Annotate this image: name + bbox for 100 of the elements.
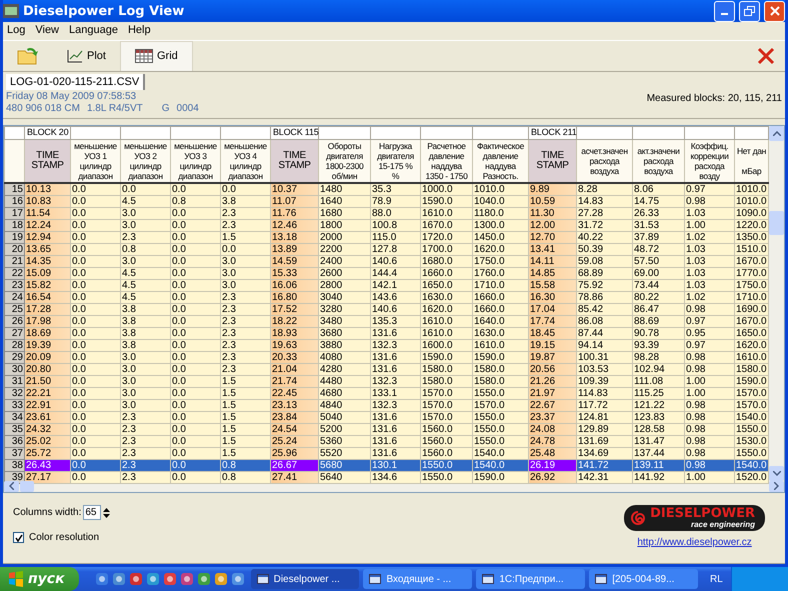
table-row[interactable]: 17 11.54 0.0 3.0 0.0 2.3 11.76 1680 88.0 1610.0 1180.0 11.30 27.28 26.33 1.03 1090.0 [4,207,768,220]
website-link[interactable]: http://www.dieselpower.cz [637,537,752,548]
language-indicator[interactable]: RL [702,574,731,584]
menu-item[interactable]: Language [69,24,118,38]
table-row[interactable]: 26 17.98 0.0 3.8 0.0 2.3 18.22 3480 135.3 1610.0 1640.0 17.74 86.08 88.69 0.97 1670.0 [4,315,768,328]
file-tab[interactable]: LOG-01-020-115-211.CSV [6,74,146,90]
quick-launch-icon[interactable] [180,572,194,586]
column-header[interactable]: TIME STAMP [528,139,576,183]
table-cell: 142.31 [576,471,632,484]
table-cell: 0.0 [170,435,220,448]
table-cell: 5040 [318,411,370,424]
quick-launch-icon[interactable] [214,572,228,586]
start-button[interactable]: пуск [0,567,79,591]
table-cell: 17.28 [24,303,70,316]
menu-item[interactable]: Help [128,24,151,38]
table-row[interactable]: 30 20.80 0.0 3.0 0.0 2.3 21.04 4280 131.6 1580.0 1580.0 20.56 103.53 102.94 0.98 1580.0 [4,363,768,376]
column-header[interactable]: меньшение УОЗ 4 цилиндр диапазон [220,139,270,183]
column-header[interactable]: асчет.значен расхода воздуха [576,139,632,183]
spin-arrows-icon [102,506,112,519]
table-cell: 131.6 [370,327,420,340]
table-cell: 0.0 [170,219,220,232]
plot-button[interactable]: Plot [53,40,120,71]
grid-button[interactable]: Grid [120,40,193,71]
table-row[interactable]: 39 27.17 0.0 2.3 0.0 0.8 27.41 5640 134.6 1550.0 1590.0 26.92 142.31 141.92 1.00 1520.0 [4,471,768,484]
table-cell: 0.0 [70,267,120,280]
column-header[interactable]: TIME STAMP [270,139,318,183]
table-cell: 117.72 [576,399,632,412]
taskbar-button[interactable]: 1С:Предпри... [476,569,586,589]
table-row[interactable]: 15 10.13 0.0 0.0 0.0 0.0 10.37 1480 35.3 1000.0 1010.0 9.89 8.28 8.06 0.97 1010.0 [4,182,768,196]
chart-icon [67,48,83,63]
table-row[interactable]: 28 19.39 0.0 3.8 0.0 2.3 19.63 3880 132.3 1600.0 1610.0 19.15 94.14 93.39 0.97 1620.0 [4,339,768,352]
column-header[interactable]: Нет дан мБар [734,139,768,183]
table-row[interactable]: 18 12.24 0.0 3.0 0.0 2.3 12.46 1800 100.8 1670.0 1300.0 12.00 31.72 31.53 1.00 1220.0 [4,219,768,232]
quick-launch-icon[interactable] [162,572,177,586]
table-cell: 1.03 [684,267,734,280]
column-header[interactable]: Коэффиц. коррекции расхода возду [684,139,734,183]
column-header[interactable]: Расчетное давление наддува 1350 - 1750 [420,139,472,183]
scrollbar-thumb[interactable] [20,480,34,492]
quick-launch-icon[interactable] [128,572,143,586]
quick-launch-icon[interactable] [196,572,211,586]
menu-item[interactable]: View [35,24,60,38]
table-cell: 131.6 [370,351,420,364]
table-row[interactable]: 21 14.35 0.0 3.0 0.0 3.0 14.59 2400 140.6 1680.0 1750.0 14.11 59.08 57.50 1.03 1670.0 [4,255,768,268]
columns-width-field[interactable]: 65 [83,505,102,520]
column-header[interactable]: TIME STAMP [24,139,70,183]
check-icon [14,534,22,542]
taskbar-button[interactable]: Dieselpower ... [250,569,360,589]
table-row[interactable]: 33 22.91 0.0 3.0 0.0 1.5 23.13 4840 132.3 1570.0 1570.0 22.67 117.72 121.22 0.98 1570.0 [4,399,768,412]
table-row[interactable]: 16 10.83 0.0 4.5 0.8 3.8 11.07 1640 78.9 1590.0 1040.0 10.59 14.83 14.75 0.98 1010.0 [4,195,768,208]
maximize-button[interactable] [739,0,760,22]
quick-launch-icon[interactable] [230,572,245,586]
color-resolution-checkbox[interactable] [13,532,24,544]
quick-launch-icon[interactable] [146,572,160,586]
table-row[interactable]: 34 23.61 0.0 2.3 0.0 1.5 23.84 5040 131.6 1570.0 1550.0 23.37 124.81 123.83 0.98 1540.0 [4,411,768,424]
logo-tagline: race engineering [690,520,755,530]
table-cell: 17.52 [270,303,318,316]
table-row[interactable]: 32 22.21 0.0 3.0 0.0 1.5 22.45 4680 133.1 1570.0 1550.0 21.97 114.83 115.25 1.00 1570.0 [4,387,768,400]
table-row[interactable]: 36 25.02 0.0 2.3 0.0 1.5 25.24 5360 131.6 1560.0 1550.0 24.78 131.69 131.47 0.98 1530.0 [4,435,768,448]
table-row[interactable]: 19 12.94 0.0 2.3 0.0 1.5 13.18 2000 115.0 1720.0 1450.0 12.70 40.22 37.89 1.02 1350.0 [4,231,768,244]
quick-launch-icon[interactable] [112,572,126,586]
scroll-left-button[interactable] [4,480,19,492]
column-header[interactable]: меньшение УОЗ 1 цилиндр диапазон [70,139,120,183]
close-window-button[interactable] [764,0,785,22]
table-row[interactable]: 35 24.32 0.0 2.3 0.0 1.5 24.54 5200 131.6 1560.0 1550.0 24.08 129.89 128.58 0.98 1550.0 [4,423,768,436]
row-number: 19 [4,231,24,244]
table-cell: 16.54 [24,291,70,304]
menu-item[interactable]: Log [7,24,26,38]
table-row[interactable]: 20 13.65 0.0 0.8 0.0 0.0 13.89 2200 127.8 1700.0 1620.0 13.41 50.39 48.72 1.03 1510.0 [4,243,768,256]
table-row[interactable]: 27 18.69 0.0 3.8 0.0 2.3 18.93 3680 131.6 1610.0 1630.0 18.45 87.44 90.78 0.95 1650.0 [4,327,768,340]
table-row[interactable]: 22 15.09 0.0 4.5 0.0 3.0 15.33 2600 144.4 1660.0 1760.0 14.85 68.89 69.00 1.03 1770.0 [4,267,768,280]
table-row[interactable]: 29 20.09 0.0 3.0 0.0 2.3 20.33 4080 131.6 1590.0 1590.0 19.87 100.31 98.28 0.98 1610.0 [4,351,768,364]
column-header[interactable]: Нагрузка двигателя 15-175 % % [370,139,420,183]
table-row[interactable]: 25 17.28 0.0 3.8 0.0 2.3 17.52 3280 140.6 1620.0 1660.0 17.04 85.42 86.47 0.98 1690.0 [4,303,768,316]
table-row[interactable]: 23 15.82 0.0 4.5 0.0 3.0 16.06 2800 142.1 1650.0 1710.0 15.58 75.92 73.44 1.03 1750.0 [4,279,768,292]
table-row[interactable]: 37 25.72 0.0 2.3 0.0 1.5 25.96 5520 131.6 1560.0 1540.0 25.48 134.69 137.44 0.98 1550.0 [4,447,768,460]
table-row[interactable]: 31 21.50 0.0 3.0 0.0 1.5 21.74 4480 132.3 1580.0 1580.0 21.26 109.39 111.08 1.00 1590.0 [4,375,768,388]
table-cell: 115.25 [632,387,684,400]
scroll-up-button[interactable] [769,126,784,141]
column-header[interactable]: меньшение УОЗ 3 цилиндр диапазон [170,139,220,183]
table-cell: 0.0 [170,327,220,340]
table-cell: 0.0 [170,291,220,304]
column-header[interactable]: меньшение УОЗ 2 цилиндр диапазон [120,139,170,183]
table-cell: 1.5 [220,411,270,424]
scroll-right-button[interactable] [769,480,784,492]
table-cell: 3.0 [120,363,170,376]
minimize-button[interactable] [714,0,735,22]
column-header[interactable]: Обороты двигателя 1800-2300 об/мин [318,139,370,183]
taskbar-button[interactable]: Входящие - ... [363,569,472,589]
column-header[interactable]: Фактическое давление наддува Разность. [472,139,528,183]
taskbar-button[interactable]: [205-004-89... [589,569,698,589]
ecu-info: 480 906 018 CM [6,102,80,115]
quick-launch-icon[interactable] [94,572,109,586]
column-header[interactable]: акт.значени расхода воздуха [632,139,684,183]
table-row[interactable]: 24 16.54 0.0 4.5 0.0 2.3 16.80 3040 143.6 1630.0 1660.0 16.30 78.86 80.22 1.02 1710.0 [4,291,768,304]
row-number: 38 [4,459,24,472]
table-cell: 24.08 [528,423,576,436]
table-cell: 14.59 [270,255,318,268]
table-row[interactable]: 38 26.43 0.0 2.3 0.0 0.8 26.67 5680 130.1 1550.0 1540.0 26.19 141.72 139.11 0.98 1540.0 [4,459,768,472]
scrollbar-thumb[interactable] [769,211,784,236]
scroll-down-button[interactable] [769,466,784,481]
